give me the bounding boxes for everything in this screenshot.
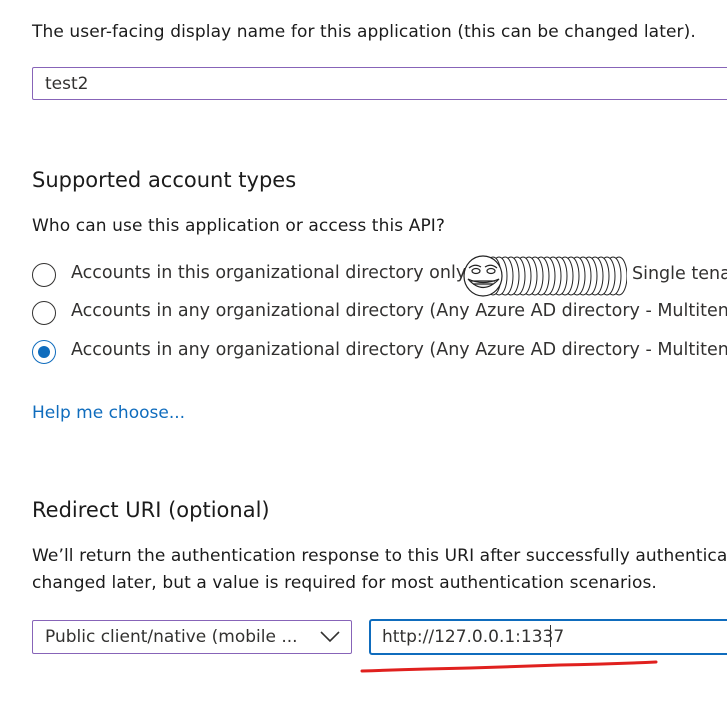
troll-face-sticker bbox=[463, 255, 627, 297]
radio-button-selected[interactable] bbox=[32, 340, 56, 364]
radio-label: Accounts in this organizational director… bbox=[71, 263, 467, 283]
account-types-question: Who can use this application or access t… bbox=[32, 216, 446, 236]
redirect-uri-heading: Redirect URI (optional) bbox=[32, 498, 270, 522]
red-underline-annotation bbox=[360, 660, 658, 673]
radio-selected-dot bbox=[37, 345, 50, 358]
radio-label: Accounts in any organizational directory… bbox=[71, 340, 727, 360]
radio-button[interactable] bbox=[32, 301, 56, 325]
radio-label-tail: Single tena bbox=[632, 264, 727, 284]
app-registration-form: The user-facing display name for this ap… bbox=[0, 0, 727, 703]
redirect-uri-input[interactable]: http://127.0.0.1:1337 bbox=[369, 619, 727, 655]
redirect-uri-description-line2: changed later, but a value is required f… bbox=[32, 573, 657, 593]
radio-button[interactable] bbox=[32, 263, 56, 287]
account-types-heading: Supported account types bbox=[32, 168, 297, 192]
radio-label: Accounts in any organizational directory… bbox=[71, 301, 727, 321]
text-caret bbox=[550, 625, 551, 647]
help-me-choose-link[interactable]: Help me choose... bbox=[32, 403, 185, 423]
platform-select[interactable]: Public client/native (mobile ... bbox=[32, 620, 352, 654]
display-name-value: test2 bbox=[45, 74, 89, 94]
redirect-uri-description-line1: We’ll return the authentication response… bbox=[32, 546, 727, 566]
display-name-description: The user-facing display name for this ap… bbox=[32, 22, 696, 42]
redirect-uri-value: http://127.0.0.1:1337 bbox=[382, 627, 565, 647]
display-name-input[interactable]: test2 bbox=[32, 67, 727, 100]
platform-select-value: Public client/native (mobile ... bbox=[45, 627, 298, 647]
chevron-down-icon bbox=[320, 631, 340, 643]
